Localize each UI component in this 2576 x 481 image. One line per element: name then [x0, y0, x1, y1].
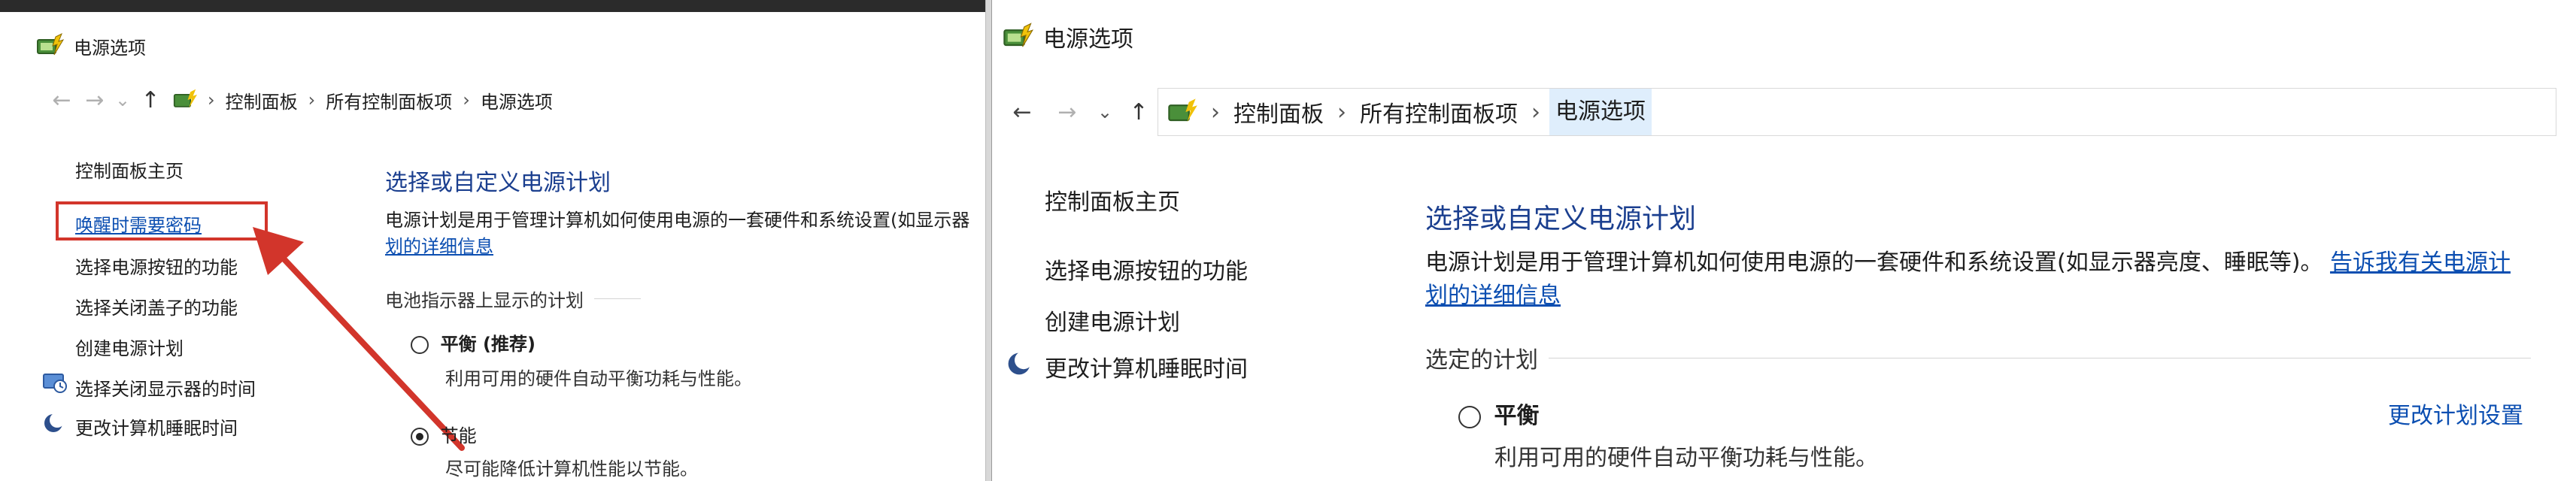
plan-power-saver-radio[interactable] — [411, 428, 429, 446]
plan-balanced-radio[interactable] — [1458, 405, 1481, 428]
control-panel-icon — [1168, 98, 1197, 123]
sidebar-item-display-off[interactable]: 选择关闭显示器的时间 — [75, 374, 256, 401]
plan-balanced-desc: 利用可用的硬件自动平衡功耗与性能。 — [1494, 445, 1878, 471]
section-label: 电池指示器上显示的计划 — [385, 290, 584, 311]
sidebar-item-power-button[interactable]: 选择电源按钮的功能 — [75, 253, 238, 279]
breadcrumb-power-options[interactable]: 电源选项 — [481, 87, 553, 113]
plan-balanced-desc: 利用可用的硬件自动平衡功耗与性能。 — [445, 368, 752, 389]
breadcrumb-control-panel[interactable]: 控制面板 — [1233, 95, 1324, 129]
background-strip — [0, 0, 985, 12]
page-heading: 选择或自定义电源计划 — [385, 170, 611, 196]
change-plan-settings-link[interactable]: 更改计划设置 — [2388, 397, 2523, 430]
learn-more-link[interactable]: 划的详细信息 — [385, 236, 493, 257]
breadcrumb-control-panel[interactable]: 控制面板 — [226, 87, 298, 113]
sleep-moon-icon — [44, 413, 65, 432]
page-description: 电源计划是用于管理计算机如何使用电源的一套硬件和系统设置(如显示器 划的详细信息 — [385, 207, 985, 260]
plan-balanced[interactable]: 平衡 — [1458, 397, 1540, 430]
breadcrumb-separator: › — [208, 89, 215, 110]
breadcrumb-separator: › — [463, 89, 470, 110]
title-bar: 电源选项 — [0, 27, 985, 65]
plan-balanced-name: 平衡 (推荐) — [440, 334, 536, 355]
learn-more-link-cont[interactable]: 划的详细信息 — [1425, 283, 1561, 309]
sidebar-item-lid-close[interactable]: 选择关闭盖子的功能 — [75, 293, 238, 319]
description-text: 电源计划是用于管理计算机如何使用电源的一套硬件和系统设置(如显示器 — [385, 210, 970, 231]
sidebar-item-sleep-time[interactable]: 更改计算机睡眠时间 — [75, 413, 238, 440]
plan-balanced-radio[interactable] — [411, 336, 429, 354]
address-bar[interactable]: ← → ⌄ ↑ › 控制面板 › 所有控制面板项 › 电源选项 — [1000, 88, 2556, 136]
section-label: 选定的计划 — [1425, 347, 1538, 374]
learn-more-link[interactable]: 告诉我有关电源计 — [2330, 250, 2511, 276]
breadcrumb-all-items[interactable]: 所有控制面板项 — [1360, 95, 1518, 129]
page-heading: 选择或自定义电源计划 — [1425, 204, 1697, 234]
sidebar-item-home[interactable]: 控制面板主页 — [75, 156, 184, 183]
window-title: 电源选项 — [1043, 26, 1133, 53]
up-icon[interactable]: ↑ — [1120, 99, 1158, 126]
sidebar-item-sleep-time[interactable]: 更改计算机睡眠时间 — [1045, 350, 1248, 383]
address-bar[interactable]: ← → ⌄ ↑ › 控制面板 › 所有控制面板项 › 电源选项 — [45, 81, 978, 119]
power-options-window-right: 电源选项 ← → ⌄ ↑ › 控制面板 › 所有控制面板项 › 电源选项 控制面… — [991, 0, 2576, 481]
breadcrumb-separator: › — [1531, 98, 1540, 126]
recent-locations-icon[interactable]: ⌄ — [111, 89, 134, 110]
breadcrumb-all-items[interactable]: 所有控制面板项 — [326, 87, 452, 113]
window-title: 电源选项 — [74, 37, 146, 59]
forward-icon[interactable]: → — [1045, 99, 1090, 126]
sleep-moon-icon — [1008, 351, 1033, 375]
sidebar-item-home[interactable]: 控制面板主页 — [1045, 183, 1180, 216]
breadcrumb-separator: › — [1211, 98, 1220, 126]
breadcrumb-separator: › — [308, 89, 316, 110]
plan-power-saver-name: 节能 — [440, 425, 477, 446]
power-options-window-left: 电源选项 ← → ⌄ ↑ › 控制面板 › 所有控制面板项 › 电源选项 控制面… — [0, 0, 986, 481]
sidebar-item-create-plan[interactable]: 创建电源计划 — [75, 334, 184, 360]
description-text: 电源计划是用于管理计算机如何使用电源的一套硬件和系统设置(如显示器亮度、睡眠等)… — [1425, 250, 2323, 276]
plan-power-saver-desc: 尽可能降低计算机性能以节能。 — [445, 458, 698, 479]
breadcrumb[interactable]: › 控制面板 › 所有控制面板项 › 电源选项 — [1158, 88, 2556, 136]
breadcrumb-power-options[interactable]: 电源选项 — [1549, 89, 1652, 135]
back-icon[interactable]: ← — [1000, 99, 1045, 126]
plan-balanced[interactable]: 平衡 (推荐) — [411, 329, 536, 355]
display-timer-icon — [43, 374, 67, 393]
section-selected-plan: 选定的计划 — [1425, 341, 2531, 374]
sidebar-item-power-button[interactable]: 选择电源按钮的功能 — [1045, 253, 1248, 286]
title-bar: 电源选项 — [992, 18, 2576, 56]
page-description: 电源计划是用于管理计算机如何使用电源的一套硬件和系统设置(如显示器亮度、睡眠等)… — [1425, 247, 2553, 312]
section-battery-plans: 电池指示器上显示的计划 — [385, 286, 641, 312]
plan-power-saver[interactable]: 节能 — [411, 421, 477, 447]
control-panel-icon — [173, 89, 197, 108]
power-options-icon — [37, 32, 65, 56]
sidebar-item-create-plan[interactable]: 创建电源计划 — [1045, 304, 1180, 337]
back-icon[interactable]: ← — [45, 87, 78, 113]
plan-balanced-name: 平衡 — [1494, 403, 1540, 429]
recent-locations-icon[interactable]: ⌄ — [1090, 101, 1120, 123]
up-icon[interactable]: ↑ — [134, 87, 167, 113]
forward-icon[interactable]: → — [78, 87, 111, 113]
breadcrumb-separator: › — [1337, 98, 1346, 126]
annotation-highlight-box — [56, 201, 268, 240]
power-options-icon — [1003, 23, 1034, 47]
section-divider — [594, 298, 641, 299]
